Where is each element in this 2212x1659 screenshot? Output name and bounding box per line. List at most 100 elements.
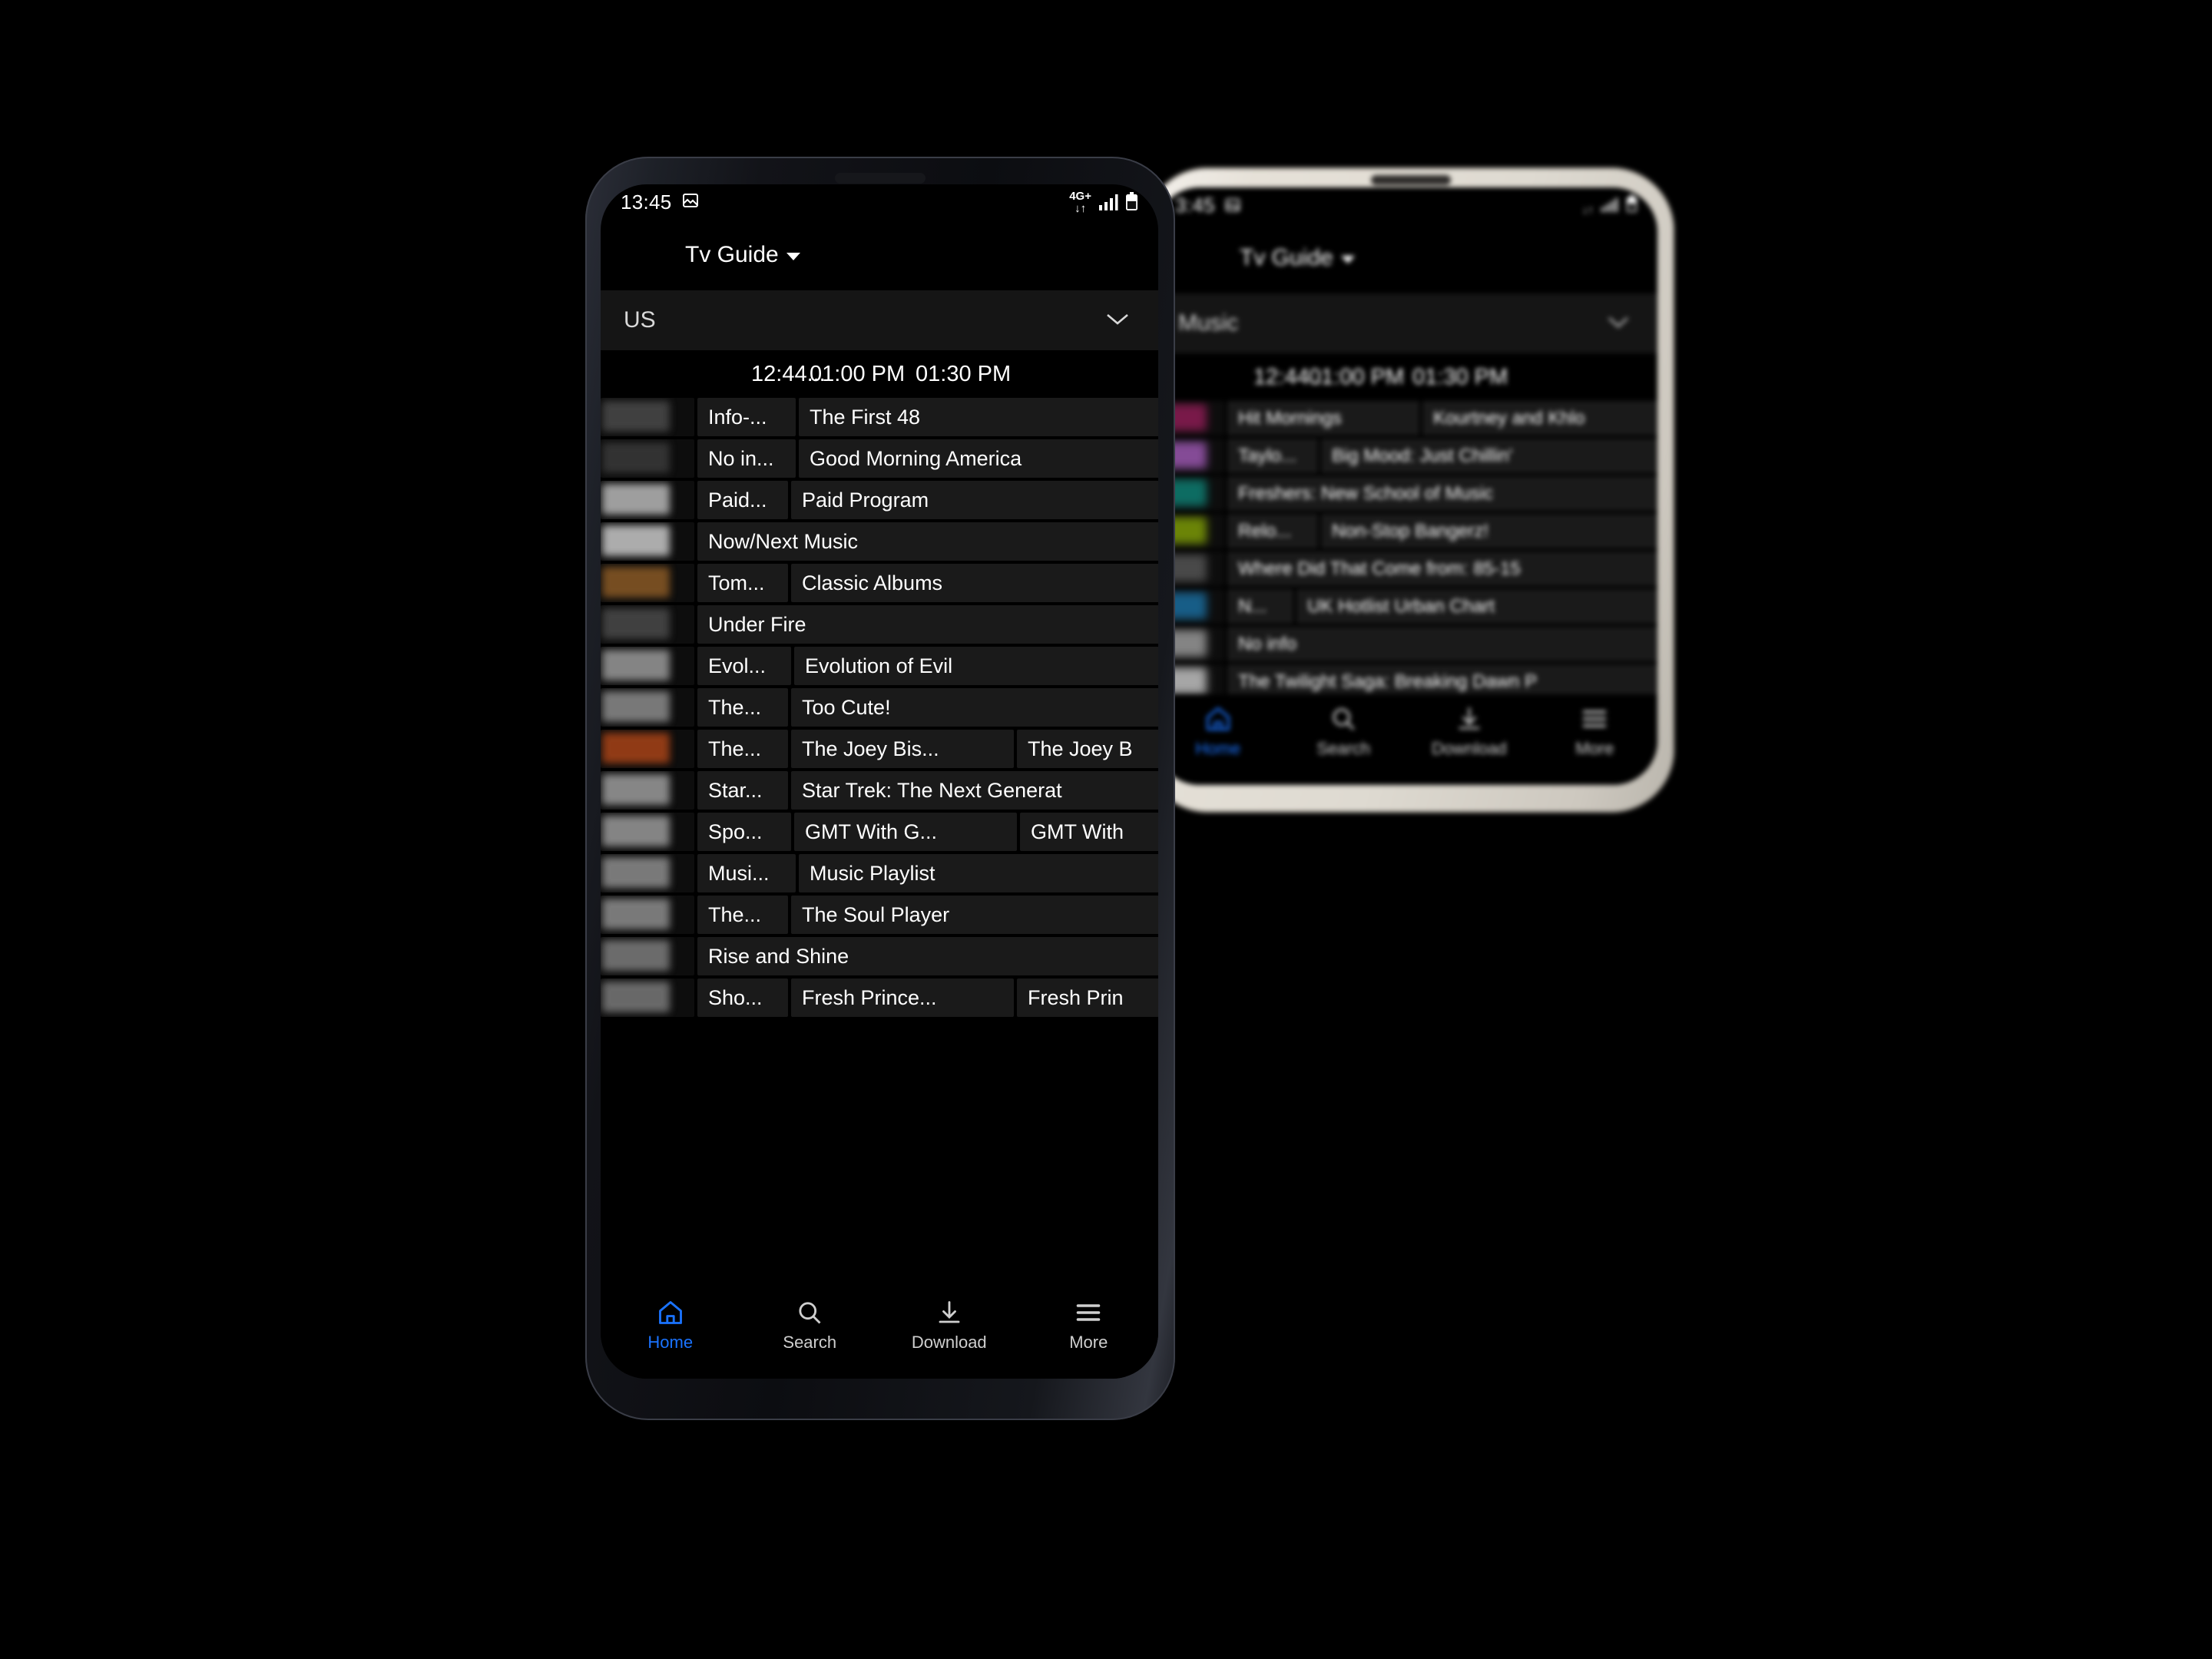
program-cell[interactable]: Musi... (697, 854, 796, 892)
guide-row[interactable]: Under Fire (601, 605, 1158, 644)
guide-row[interactable]: Sho... Fresh Prince... Fresh Prin (601, 979, 1158, 1017)
program-cell[interactable]: GMT With (1020, 813, 1158, 851)
channel-logo-art-icon (602, 899, 670, 929)
program-cell[interactable]: Non-Stop Bangerz! (1321, 514, 1657, 548)
guide-row[interactable]: Evol... Evolution of Evil (601, 647, 1158, 685)
channel-logo[interactable] (601, 896, 694, 934)
program-cell[interactable]: The Soul Player (791, 896, 1158, 934)
front-app-title-dropdown[interactable]: Tv Guide (685, 242, 800, 268)
nav-item-label: Search (1316, 739, 1371, 758)
program-cell[interactable]: Taylo... (1227, 439, 1318, 473)
program-cell[interactable]: Rise and Shine (697, 937, 1158, 975)
guide-row[interactable]: Tom... Classic Albums (601, 564, 1158, 602)
program-cell[interactable]: GMT With G... (794, 813, 1017, 851)
program-cell[interactable]: Music Playlist (799, 854, 1158, 892)
program-cell[interactable]: Now/Next Music (697, 522, 1158, 561)
nav-item-download[interactable]: Download (879, 1299, 1019, 1353)
program-cell[interactable]: Where Did That Come from: 85-15 (1227, 551, 1657, 586)
nav-item-home[interactable]: Home (601, 1299, 740, 1353)
program-cell[interactable]: No info (1227, 627, 1657, 661)
channel-logo[interactable] (601, 398, 694, 436)
program-cell[interactable]: Spo... (697, 813, 791, 851)
program-cell[interactable]: The... (697, 730, 788, 768)
front-bottom-nav[interactable]: Home Search Download More (601, 1288, 1158, 1379)
guide-row[interactable]: The... The Joey Bis... The Joey B (601, 730, 1158, 768)
guide-row[interactable]: N... UK Hotlist Urban Chart (1155, 589, 1657, 624)
channel-logo[interactable] (601, 564, 694, 602)
guide-row[interactable]: The... Too Cute! (601, 688, 1158, 727)
guide-row[interactable]: Rise and Shine (601, 937, 1158, 975)
channel-logo[interactable] (601, 771, 694, 810)
back-bottom-nav[interactable]: Home Search Download More (1155, 694, 1657, 785)
guide-row[interactable]: Taylo... Big Mood: Just Chillin' (1155, 439, 1657, 473)
back-app-title-dropdown[interactable]: Tv Guide (1240, 245, 1355, 271)
channel-logo[interactable] (601, 854, 694, 892)
channel-logo[interactable] (601, 439, 694, 478)
nav-item-more[interactable]: More (1019, 1299, 1159, 1353)
back-region-selector[interactable]: Music (1155, 293, 1657, 353)
front-phone-screen: 13:45 4G+ ↓↑ Tv Guide US 12:44... 01:00 … (601, 184, 1158, 1379)
guide-row[interactable]: The... The Soul Player (601, 896, 1158, 934)
program-cell[interactable]: Hit Mornings (1227, 401, 1419, 435)
front-phone-earpiece-icon (835, 173, 926, 184)
guide-row[interactable]: Musi... Music Playlist (601, 854, 1158, 892)
program-cell[interactable]: N... (1227, 589, 1293, 624)
program-cell[interactable]: Freshers: New School of Music (1227, 476, 1657, 511)
front-status-bar: 13:45 4G+ ↓↑ (601, 184, 1158, 220)
program-cell[interactable]: Paid Program (791, 481, 1158, 519)
channel-logo[interactable] (601, 481, 694, 519)
guide-row[interactable]: Spo... GMT With G... GMT With (601, 813, 1158, 851)
nav-item-search[interactable]: Search (740, 1299, 880, 1353)
nav-item-search[interactable]: Search (1281, 705, 1407, 759)
program-cell[interactable]: Tom... (697, 564, 788, 602)
channel-logo[interactable] (601, 688, 694, 727)
channel-logo[interactable] (601, 730, 694, 768)
program-cell[interactable]: No in... (697, 439, 796, 478)
program-cell[interactable]: Fresh Prince... (791, 979, 1014, 1017)
program-cell[interactable]: Under Fire (697, 605, 1158, 644)
nav-item-download[interactable]: Download (1406, 705, 1532, 759)
guide-row[interactable]: Now/Next Music (601, 522, 1158, 561)
guide-row[interactable]: Paid... Paid Program (601, 481, 1158, 519)
program-cell[interactable]: Sho... (697, 979, 788, 1017)
program-cell[interactable]: Info-... (697, 398, 796, 436)
program-cell[interactable]: The First 48 (799, 398, 1158, 436)
program-cell[interactable]: UK Hotlist Urban Chart (1296, 589, 1657, 624)
guide-row[interactable]: No info (1155, 627, 1657, 661)
channel-logo[interactable] (601, 937, 694, 975)
program-cell[interactable]: Star... (697, 771, 788, 810)
channel-logo[interactable] (601, 979, 694, 1017)
program-cell[interactable]: Big Mood: Just Chillin' (1321, 439, 1657, 473)
front-region-selector[interactable]: US (601, 290, 1158, 350)
image-icon (1224, 197, 1241, 214)
program-cell[interactable]: Too Cute! (791, 688, 1158, 727)
guide-row[interactable]: Hit Mornings Kourtney and Khlo (1155, 401, 1657, 435)
channel-logo[interactable] (601, 647, 694, 685)
program-cell[interactable]: Paid... (697, 481, 788, 519)
program-cell[interactable]: The Joey B (1017, 730, 1158, 768)
program-cell[interactable]: Classic Albums (791, 564, 1158, 602)
front-guide-grid[interactable]: Info-... The First 48 No in... Good Mornin… (601, 398, 1158, 1017)
program-cell[interactable]: Fresh Prin (1017, 979, 1158, 1017)
chevron-down-icon (1340, 256, 1355, 263)
guide-row[interactable]: Star... Star Trek: The Next Generat (601, 771, 1158, 810)
channel-logo-art-icon (602, 857, 670, 888)
guide-row[interactable]: Freshers: New School of Music (1155, 476, 1657, 511)
program-cell[interactable]: Evol... (697, 647, 791, 685)
guide-row[interactable]: Where Did That Come from: 85-15 (1155, 551, 1657, 586)
nav-item-more[interactable]: More (1532, 705, 1658, 759)
guide-row[interactable]: Relo... Non-Stop Bangerz! (1155, 514, 1657, 548)
program-cell[interactable]: The... (697, 688, 788, 727)
program-cell[interactable]: Star Trek: The Next Generat (791, 771, 1158, 810)
program-cell[interactable]: Relo... (1227, 514, 1318, 548)
guide-row[interactable]: No in... Good Morning America (601, 439, 1158, 478)
program-cell[interactable]: The Joey Bis... (791, 730, 1014, 768)
guide-row[interactable]: Info-... The First 48 (601, 398, 1158, 436)
program-cell[interactable]: The... (697, 896, 788, 934)
channel-logo[interactable] (601, 605, 694, 644)
channel-logo[interactable] (601, 522, 694, 561)
program-cell[interactable]: Evolution of Evil (794, 647, 1158, 685)
channel-logo[interactable] (601, 813, 694, 851)
program-cell[interactable]: Good Morning America (799, 439, 1158, 478)
program-cell[interactable]: Kourtney and Khlo (1422, 401, 1657, 435)
